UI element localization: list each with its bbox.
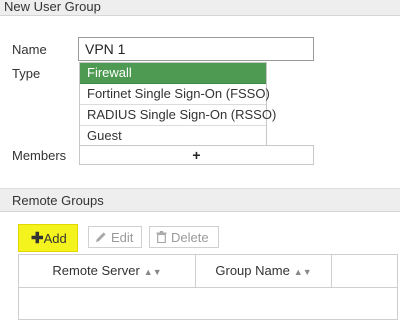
table-header: Remote Server ▲▼ Group Name ▲▼ (19, 255, 397, 288)
type-option-rsso[interactable]: RADIUS Single Sign-On (RSSO) (80, 105, 276, 126)
type-label: Type (12, 66, 41, 81)
members-label: Members (12, 148, 67, 163)
column-header-remote-server[interactable]: Remote Server ▲▼ (19, 255, 196, 287)
column-header-group-name[interactable]: Group Name ▲▼ (196, 255, 332, 287)
plus-icon: + (192, 147, 201, 163)
type-option-list: Firewall Fortinet Single Sign-On (FSSO) … (79, 62, 276, 147)
dialog-title-text: New User Group (4, 0, 101, 14)
type-option-firewall[interactable]: Firewall (80, 63, 266, 84)
members-add-button[interactable]: + (79, 145, 314, 165)
pencil-icon (96, 232, 106, 242)
delete-button[interactable]: Delete (149, 226, 219, 248)
column-header-label: Group Name (215, 263, 290, 278)
remote-groups-toolbar: ✚Add Edit Delete (18, 224, 318, 252)
dialog-title: New User Group (0, 0, 400, 16)
trash-icon (156, 231, 167, 244)
add-button-label: Add (43, 231, 67, 246)
plus-icon: ✚ (31, 230, 44, 247)
type-option-guest[interactable]: Guest (80, 126, 266, 146)
name-input[interactable]: VPN 1 (78, 37, 314, 61)
remote-groups-table: Remote Server ▲▼ Group Name ▲▼ (18, 254, 398, 320)
delete-button-label: Delete (171, 230, 209, 245)
sort-icon: ▲▼ (293, 267, 312, 277)
type-option-fsso[interactable]: Fortinet Single Sign-On (FSSO) (80, 84, 270, 105)
edit-button[interactable]: Edit (88, 226, 142, 248)
column-header-label: Remote Server (52, 263, 140, 278)
edit-button-label: Edit (111, 230, 134, 245)
add-button[interactable]: ✚Add (18, 224, 78, 252)
name-label: Name (12, 42, 47, 57)
remote-groups-title: Remote Groups (12, 193, 104, 208)
remote-groups-header: Remote Groups (0, 188, 400, 212)
sort-icon: ▲▼ (143, 267, 162, 277)
